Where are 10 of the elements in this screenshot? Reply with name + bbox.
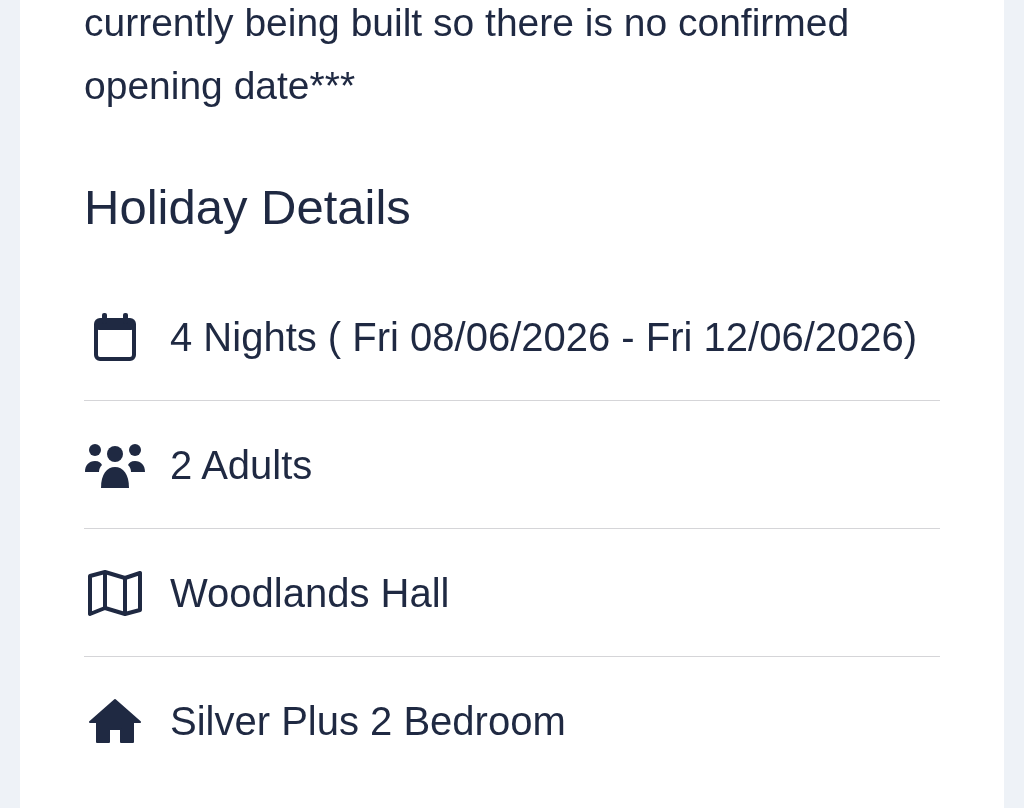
folded-map-icon xyxy=(87,568,143,617)
section-heading: Holiday Details xyxy=(84,179,412,235)
detail-text: 2 Adults xyxy=(170,441,313,489)
detail-text: Woodlands Hall xyxy=(170,569,450,617)
calendar-icon xyxy=(94,312,136,361)
detail-text: 4 Nights ( Fri 08/06/2026 - Fri 12/06/2026) xyxy=(170,313,918,361)
detail-text: Silver Plus 2 Bedroom xyxy=(170,698,566,745)
house-icon xyxy=(88,698,142,744)
people-group-icon xyxy=(85,441,145,488)
notice-paragraph: currently being built so there is no confirmed opening date*** xyxy=(84,0,851,109)
